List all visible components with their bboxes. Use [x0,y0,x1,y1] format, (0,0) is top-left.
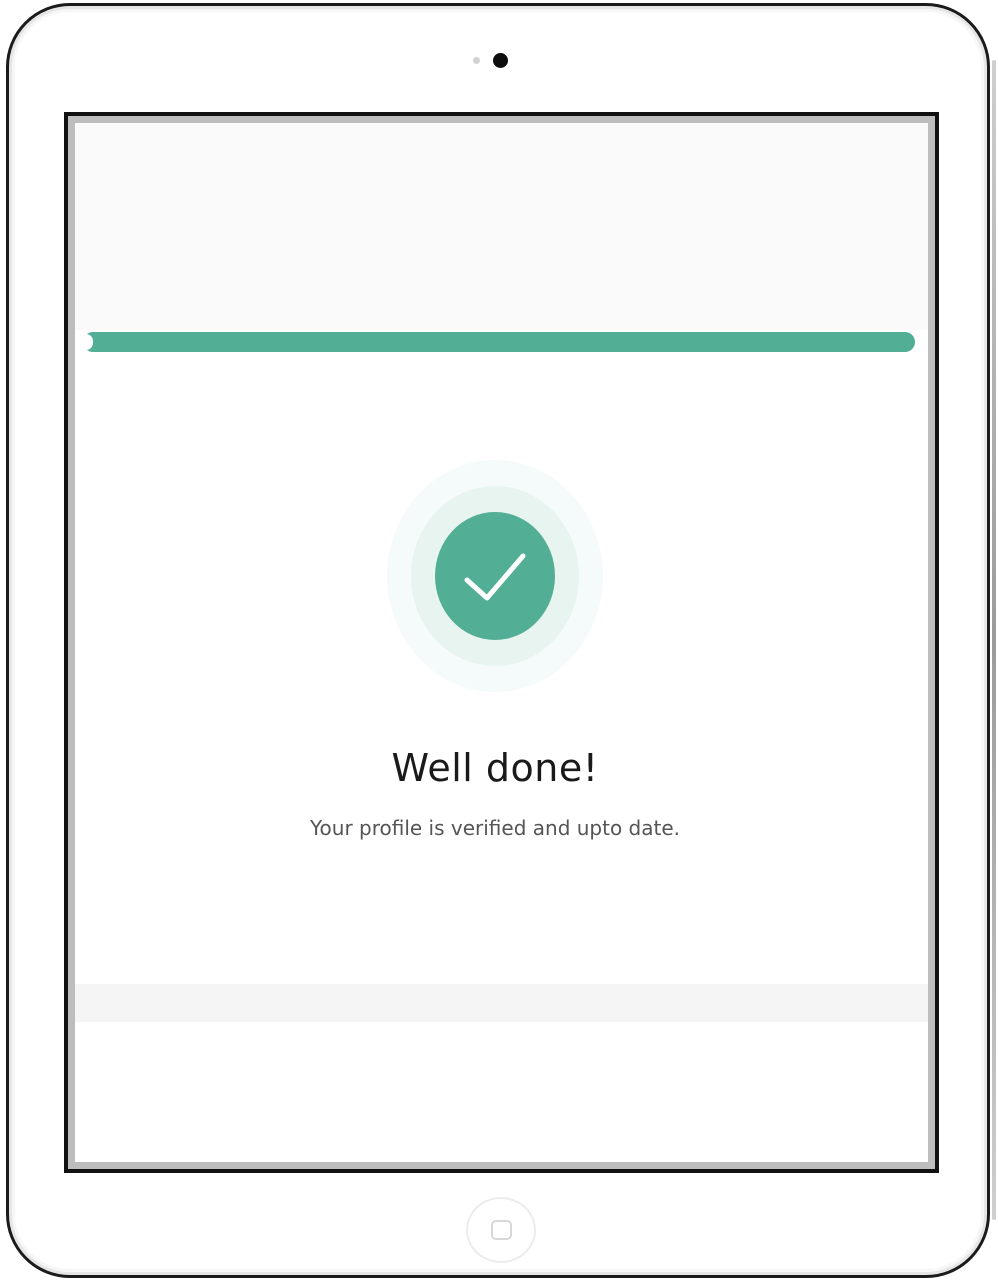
sensor-icon [473,57,480,64]
app-screen: Well done! Your profile is verified and … [75,120,928,1163]
progress-bar-fill [83,332,915,352]
home-button[interactable] [466,1197,536,1263]
progress-bar-start-cap [79,334,93,350]
success-title: Well done! [391,746,599,790]
header-area [75,120,928,330]
success-message: Your profile is verified and upto date. [309,816,681,840]
progress-bar [83,332,915,352]
success-badge [435,512,555,640]
tablet-side-edge [992,60,996,1220]
camera-icon [493,53,508,68]
footer-band [75,984,928,1022]
checkmark-icon [464,553,526,601]
home-button-icon [491,1220,512,1240]
